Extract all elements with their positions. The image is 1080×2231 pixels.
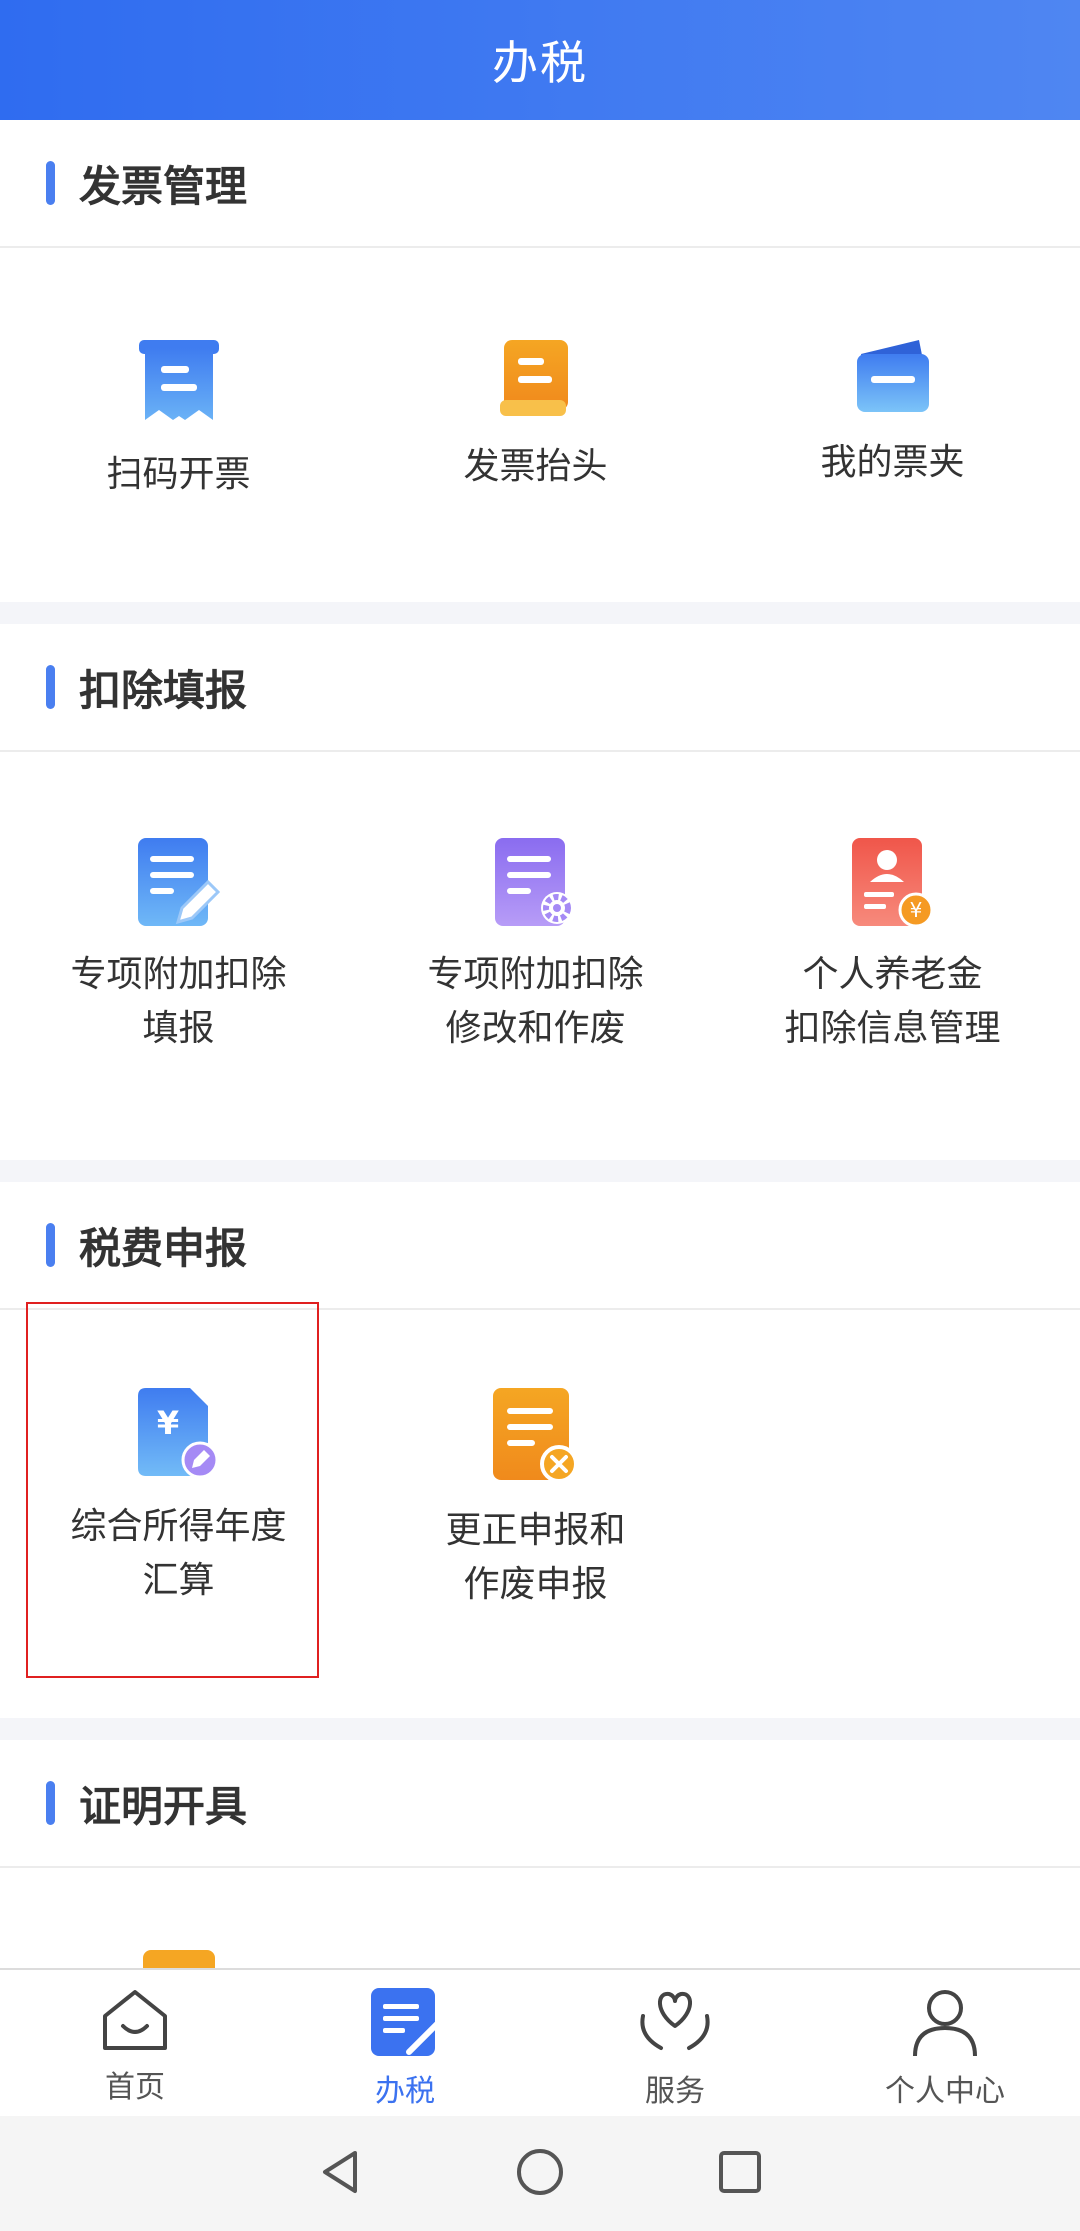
- tab-home[interactable]: 首页: [0, 1970, 270, 2116]
- scan-invoice-button[interactable]: 扫码开票: [0, 248, 357, 602]
- tab-profile[interactable]: 个人中心: [810, 1970, 1080, 2116]
- ticket-folder-label: 我的票夹: [820, 442, 965, 483]
- scan-invoice-label: 扫码开票: [106, 454, 251, 495]
- ticket-folder-button[interactable]: 我的票夹: [714, 248, 1071, 602]
- section-title: 扣除填报: [79, 665, 248, 715]
- recents-icon[interactable]: [715, 2147, 765, 2201]
- invoice-header-button[interactable]: 发票抬头: [357, 248, 714, 602]
- section-accent-bar: [46, 161, 55, 205]
- special-deduction-fill-label: 专项附加扣除 填报: [70, 954, 287, 1049]
- pension-card-icon: ¥: [851, 838, 934, 928]
- home-circle-icon[interactable]: [515, 2147, 565, 2201]
- tab-profile-label: 个人中心: [885, 2074, 1005, 2109]
- pension-deduction-button[interactable]: ¥ 个人养老金 扣除信息管理: [714, 752, 1071, 1160]
- section-title: 证明开具: [79, 1781, 248, 1831]
- section-accent-bar: [46, 1781, 55, 1825]
- section-title: 发票管理: [79, 161, 248, 211]
- section-accent-bar: [46, 665, 55, 709]
- svg-text:¥: ¥: [156, 1404, 178, 1442]
- tab-home-label: 首页: [105, 2070, 165, 2105]
- annual-income-settlement-button[interactable]: ¥ 综合所得年度 汇算: [0, 1310, 357, 1718]
- pension-deduction-label: 个人养老金 扣除信息管理: [784, 954, 1001, 1049]
- receipt-icon: [138, 340, 219, 428]
- section-accent-bar: [46, 1223, 55, 1267]
- heart-hands-icon: [635, 1986, 715, 2062]
- wallet-icon: [853, 340, 933, 416]
- section-header: 发票管理: [0, 120, 1080, 248]
- section-title: 税费申报: [79, 1223, 248, 1273]
- app-header: 办税: [0, 0, 1080, 120]
- section-certificate-issuance: 证明开具: [0, 1740, 1080, 1970]
- tab-tax[interactable]: 办税: [270, 1970, 540, 2116]
- invoice-header-label: 发票抬头: [463, 446, 608, 487]
- tab-tax-label: 办税: [375, 2074, 435, 2109]
- page-title: 办税: [492, 36, 588, 90]
- document-edit-icon: [137, 838, 220, 928]
- section-tax-declaration: 税费申报 ¥ 综合所得年度 汇算 更正申报和 作废申报: [0, 1182, 1080, 1718]
- system-nav-bar: [0, 2116, 1080, 2231]
- correction-cancel-declaration-button[interactable]: 更正申报和 作废申报: [357, 1310, 714, 1718]
- certificate-item-partial[interactable]: [0, 1868, 357, 1970]
- invoice-header-icon: [499, 340, 572, 420]
- svg-text:¥: ¥: [909, 898, 922, 922]
- special-deduction-fill-button[interactable]: 专项附加扣除 填报: [0, 752, 357, 1160]
- section-header: 扣除填报: [0, 624, 1080, 752]
- annual-income-settlement-label: 综合所得年度 汇算: [70, 1506, 287, 1601]
- document-cancel-icon: [492, 1388, 579, 1484]
- tax-document-icon: [367, 1986, 443, 2062]
- section-invoice-management: 发票管理 扫码开票 发票抬头 我的票夹: [0, 120, 1080, 602]
- user-icon: [909, 1986, 981, 2062]
- special-deduction-modify-label: 专项附加扣除 修改和作废: [427, 954, 644, 1049]
- section-header: 证明开具: [0, 1740, 1080, 1868]
- tab-services[interactable]: 服务: [540, 1970, 810, 2116]
- yuan-document-edit-icon: ¥: [137, 1388, 220, 1480]
- section-deduction-filing: 扣除填报 专项附加扣除 填报 专项附加扣除 修改和作废 ¥ 个人养老金 扣除信息…: [0, 624, 1080, 1160]
- home-icon: [99, 1986, 171, 2058]
- section-header: 税费申报: [0, 1182, 1080, 1310]
- main-content: 发票管理 扫码开票 发票抬头 我的票夹 扣除填报 专项附加扣除 填报 专项附加扣…: [0, 120, 1080, 1970]
- tab-services-label: 服务: [645, 2074, 705, 2109]
- bottom-tab-bar: 首页 办税 服务 个人中心: [0, 1968, 1080, 2116]
- document-settings-icon: [494, 838, 577, 928]
- special-deduction-modify-button[interactable]: 专项附加扣除 修改和作废: [357, 752, 714, 1160]
- correction-cancel-declaration-label: 更正申报和 作废申报: [445, 1510, 626, 1605]
- document-icon: [142, 1950, 215, 1970]
- back-icon[interactable]: [315, 2147, 365, 2201]
